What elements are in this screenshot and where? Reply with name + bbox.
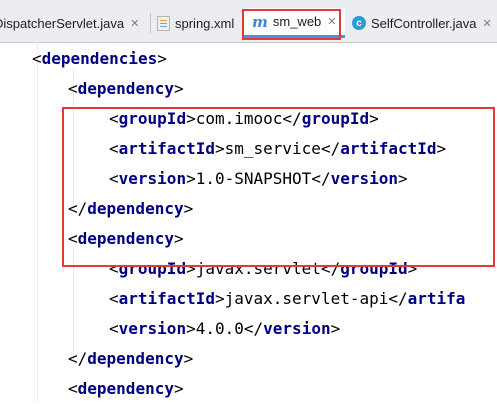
tab-label: SelfController.java [371, 15, 477, 31]
code-line: <version>4.0.0</version> [109, 319, 341, 338]
code-line: <dependencies> [32, 49, 167, 68]
tab-label: DispatcherServlet.java [0, 15, 125, 31]
xml-editor[interactable]: <dependencies> <dependency> <groupId>com… [0, 42, 497, 402]
tab-divider [150, 13, 151, 33]
editor-tab-bar: DispatcherServlet.java ✕ spring.xml ✕ m … [0, 0, 497, 43]
java-class-icon: c [352, 16, 366, 30]
tab-spring-xml[interactable]: spring.xml ✕ [157, 8, 249, 38]
indent-guide [37, 42, 38, 402]
close-icon[interactable]: ✕ [130, 17, 139, 30]
tab-self-controller[interactable]: c SelfController.java ✕ [352, 8, 492, 38]
highlight-box-tab [242, 9, 341, 40]
code-line: <dependency> [68, 379, 184, 398]
code-line: </dependency> [68, 349, 194, 368]
code-line: <artifactId>javax.servlet-api</artifa [109, 289, 466, 308]
xml-file-icon [157, 15, 170, 31]
close-icon[interactable]: ✕ [483, 17, 492, 30]
tab-label: spring.xml [175, 15, 235, 31]
tab-dispatcher-servlet[interactable]: DispatcherServlet.java ✕ [0, 8, 139, 38]
highlight-box-dependency [62, 107, 495, 267]
code-line: <dependency> [68, 79, 184, 98]
